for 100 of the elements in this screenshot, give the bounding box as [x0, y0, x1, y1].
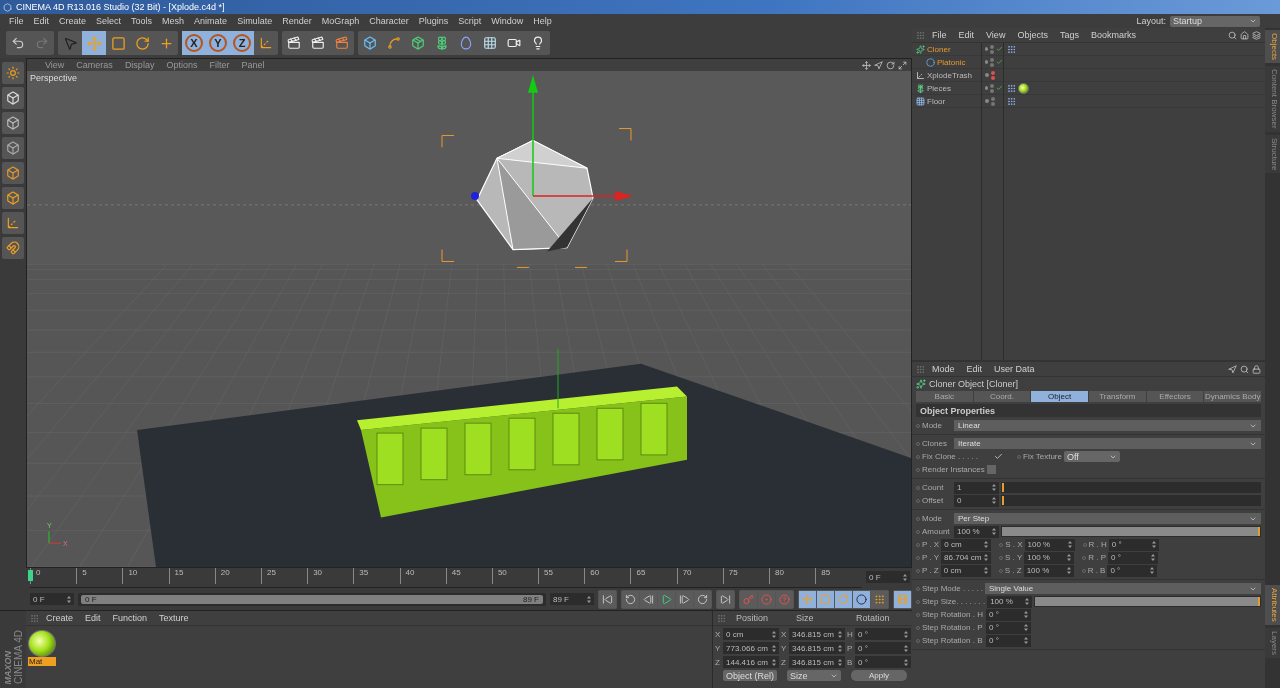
clapperboard-icon[interactable]	[335, 36, 349, 50]
spinner-arrows-icon[interactable]	[772, 658, 776, 666]
step-back-icon[interactable]	[643, 593, 654, 605]
check-icon[interactable]	[996, 58, 1003, 66]
checkbox[interactable]	[986, 465, 996, 474]
number-field[interactable]: 0 cm	[941, 538, 992, 551]
cube-icon[interactable]	[363, 36, 377, 50]
slider-fill[interactable]	[1035, 597, 1260, 606]
grid-dots-icon[interactable]	[874, 593, 885, 605]
undo-icon[interactable]	[11, 36, 25, 50]
spinner-arrows-icon[interactable]	[838, 630, 842, 638]
coordinate-field[interactable]: 0 °	[855, 656, 911, 668]
menu-item[interactable]: User Data	[989, 364, 1040, 374]
menu-item[interactable]: Filter	[203, 60, 236, 70]
visibility-dots[interactable]	[990, 57, 995, 67]
grip-icon[interactable]	[30, 613, 39, 623]
menu-item[interactable]: Function	[107, 613, 153, 623]
spinner-arrows-icon[interactable]	[1024, 637, 1028, 644]
menu-item[interactable]: Options	[160, 60, 204, 70]
number-field[interactable]: 0 °	[1107, 564, 1158, 577]
spline-icon[interactable]	[387, 36, 401, 50]
menu-item[interactable]: Create	[54, 16, 92, 26]
magnet-icon[interactable]	[6, 241, 20, 255]
menu-item[interactable]: Animate	[189, 16, 233, 26]
coordinate-field[interactable]: 346.815 cm	[789, 656, 845, 668]
clapperboard-icon[interactable]	[287, 36, 301, 50]
apply-button[interactable]: Apply	[851, 670, 907, 681]
home-icon[interactable]	[1240, 30, 1249, 40]
menu-item[interactable]: Mode	[927, 364, 960, 374]
number-field[interactable]: 100 %	[987, 595, 1033, 608]
menu-item[interactable]: Tags	[1054, 30, 1084, 40]
checkbox[interactable]	[994, 452, 1003, 461]
arrow-icon[interactable]	[874, 60, 883, 70]
object-name[interactable]: XplodeTrash	[927, 70, 973, 80]
spinner-arrows-icon[interactable]	[838, 658, 842, 666]
spinner-arrows-icon[interactable]	[67, 595, 71, 603]
package-icon[interactable]	[411, 36, 425, 50]
number-field[interactable]: 100 %	[1024, 551, 1075, 564]
frame-field[interactable]: 89 F	[550, 593, 594, 605]
grip-icon[interactable]	[916, 364, 925, 374]
menu-item[interactable]: Edit	[961, 364, 988, 374]
blob-icon[interactable]	[459, 36, 473, 50]
spinner-arrows-icon[interactable]	[1151, 554, 1156, 561]
spinner-arrows-icon[interactable]	[587, 595, 591, 603]
parameter-icon[interactable]	[856, 593, 867, 605]
visibility-dots[interactable]	[991, 70, 995, 80]
frame-field[interactable]: 0 F	[866, 571, 910, 583]
arrow-icon[interactable]	[1228, 364, 1237, 374]
visibility-dots[interactable]	[990, 83, 995, 93]
spinner-arrows-icon[interactable]	[1067, 554, 1072, 561]
cube-icon[interactable]	[6, 166, 20, 180]
spinner-arrows-icon[interactable]	[1024, 624, 1028, 631]
menu-item[interactable]: Create	[41, 613, 78, 623]
number-field[interactable]: 0 °	[1108, 538, 1159, 551]
coordinate-field[interactable]: 0 °	[855, 642, 911, 654]
material-tag[interactable]	[1018, 82, 1029, 94]
number-field[interactable]: 0 °	[986, 634, 1031, 647]
number-field[interactable]: 1	[954, 481, 999, 494]
number-field[interactable]: 86.704 cm	[941, 551, 992, 564]
menu-item[interactable]: Bookmarks	[1085, 30, 1141, 40]
menu-item[interactable]: Display	[118, 60, 161, 70]
menu-item[interactable]: Edit	[953, 30, 980, 40]
menu-item[interactable]: Character	[364, 16, 414, 26]
coordinate-field[interactable]: 346.815 cm	[789, 628, 845, 640]
skip-forward-icon[interactable]	[720, 593, 731, 605]
number-field[interactable]: 100 %	[1023, 564, 1074, 577]
menu-item[interactable]: Tools	[126, 16, 158, 26]
spinner-arrows-icon[interactable]	[1025, 598, 1030, 605]
spinner-arrows-icon[interactable]	[992, 484, 996, 491]
menu-item[interactable]: Edit	[28, 16, 55, 26]
dropdown[interactable]: Linear	[954, 420, 1261, 431]
number-field[interactable]: 0 °	[986, 621, 1031, 634]
dropdown[interactable]: Single Value	[984, 583, 1261, 594]
axis-lock-button[interactable]: Y	[206, 31, 230, 55]
slider-track[interactable]	[1001, 482, 1261, 493]
spinner-arrows-icon[interactable]	[992, 528, 996, 535]
menu-item[interactable]: View	[981, 30, 1011, 40]
light-bulb-icon[interactable]	[531, 36, 545, 50]
dropdown[interactable]: Off	[1064, 451, 1120, 462]
menu-item[interactable]: Window	[486, 16, 529, 26]
menu-item[interactable]: MoGraph	[316, 16, 365, 26]
axis-icon[interactable]	[6, 216, 20, 230]
spinner-arrows-icon[interactable]	[904, 658, 908, 666]
menu-item[interactable]: Render	[277, 16, 317, 26]
slider-track[interactable]	[1001, 495, 1261, 506]
spinner-arrows-icon[interactable]	[772, 630, 776, 638]
move-icon[interactable]	[862, 60, 871, 70]
menu-item[interactable]: Texture	[154, 613, 194, 623]
number-field[interactable]: 0 °	[1108, 551, 1159, 564]
play-icon[interactable]	[661, 593, 672, 605]
menu-item[interactable]: Help	[528, 16, 557, 26]
sun-icon[interactable]	[6, 66, 20, 80]
layout-dropdown[interactable]: Startup	[1170, 15, 1260, 27]
menu-item[interactable]: Script	[453, 16, 487, 26]
step-forward-icon[interactable]	[679, 593, 690, 605]
axis-lock-button[interactable]: X	[182, 31, 206, 55]
object-name[interactable]: Pieces	[927, 83, 951, 93]
coordinate-system-icon[interactable]	[259, 36, 273, 50]
dropdown[interactable]: Iterate	[954, 438, 1261, 449]
frame-field[interactable]: 0 F	[30, 593, 74, 605]
